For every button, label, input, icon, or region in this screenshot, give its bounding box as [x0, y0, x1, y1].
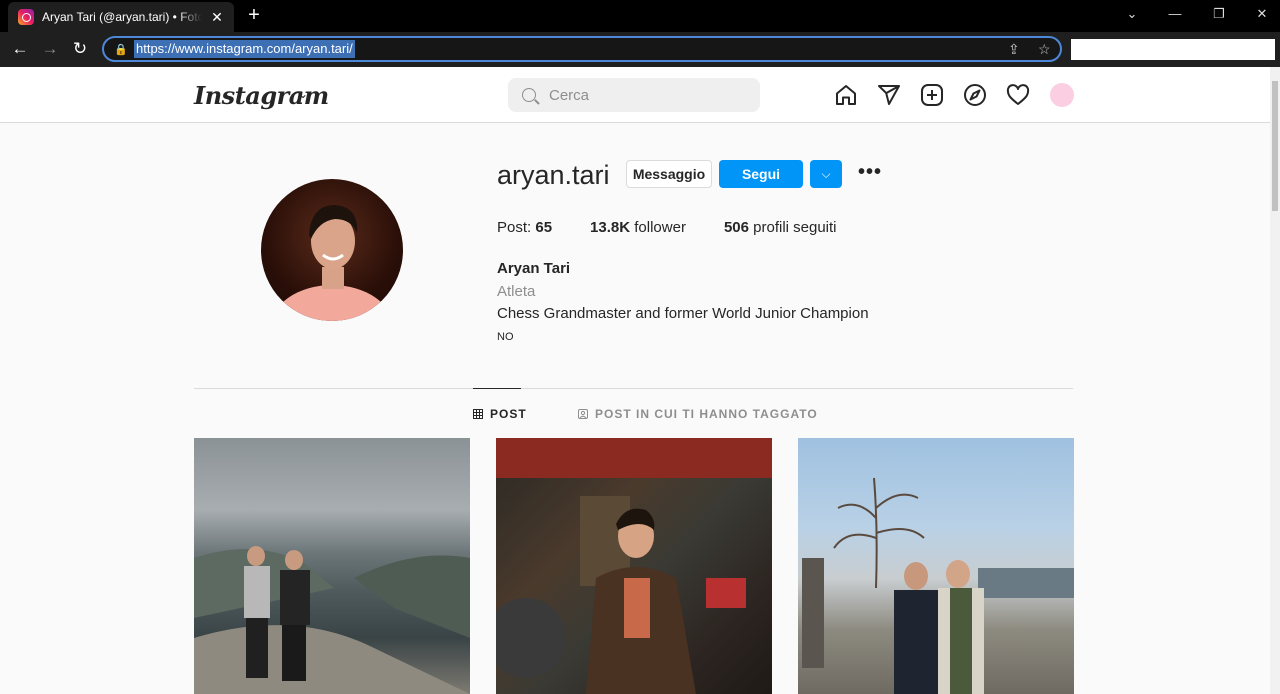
url-text[interactable]: https://www.instagram.com/aryan.tari/ — [134, 40, 355, 58]
post-thumbnail[interactable] — [194, 438, 470, 694]
new-tab-button[interactable]: + — [244, 5, 264, 25]
browser-toolbar: ← → ↻ 🔒 https://www.instagram.com/aryan.… — [0, 32, 1280, 67]
tab-search-chevron-icon[interactable]: ⌄ — [1120, 4, 1144, 24]
tab-posts-label: POST — [490, 407, 527, 421]
back-button[interactable]: ← — [8, 38, 32, 60]
tab-tagged[interactable]: POST IN CUI TI HANNO TAGGATO — [578, 407, 818, 421]
profile-photo-image — [271, 205, 393, 321]
post-thumbnail[interactable] — [496, 438, 772, 694]
active-tab-indicator — [473, 388, 521, 389]
close-window-button[interactable]: ✕ — [1250, 4, 1274, 24]
close-tab-icon[interactable]: ✕ — [208, 9, 226, 26]
reload-button[interactable]: ↻ — [68, 38, 92, 60]
bookmark-star-icon[interactable]: ☆ — [1038, 41, 1051, 58]
instagram-favicon-icon — [18, 9, 34, 25]
tabs-divider — [194, 388, 1073, 389]
following-label: profili seguiti — [753, 219, 837, 236]
tab-posts[interactable]: POST — [473, 407, 527, 421]
tab-tagged-label: POST IN CUI TI HANNO TAGGATO — [595, 407, 818, 421]
restore-button[interactable]: ❐ — [1207, 4, 1231, 24]
page-scrollbar[interactable] — [1270, 67, 1280, 694]
user-avatar[interactable] — [1050, 83, 1074, 107]
post-thumbnail[interactable] — [798, 438, 1074, 694]
posts-count: Post: 65 — [497, 219, 552, 236]
posts-value: 65 — [535, 219, 553, 236]
grid-icon — [473, 409, 483, 419]
profile-category: Atleta — [497, 283, 536, 300]
extension-search-box[interactable] — [1071, 39, 1275, 60]
profile-username: aryan.tari — [497, 160, 610, 190]
new-post-icon[interactable] — [920, 83, 944, 107]
search-icon — [522, 88, 536, 102]
lock-icon: 🔒 — [114, 43, 128, 56]
profile-picture[interactable] — [261, 179, 403, 321]
tagged-person-icon — [578, 409, 588, 419]
search-placeholder: Cerca — [549, 86, 590, 104]
followers-label: follower — [634, 219, 686, 236]
minimize-button[interactable]: — — [1163, 4, 1187, 24]
following-value: 506 — [723, 219, 749, 236]
tab-title: Aryan Tari (@aryan.tari) • Foto e video … — [42, 10, 202, 24]
address-bar[interactable]: 🔒 https://www.instagram.com/aryan.tari/ … — [102, 36, 1062, 62]
browser-tab[interactable]: Aryan Tari (@aryan.tari) • Foto e video … — [8, 2, 234, 32]
search-input[interactable]: Cerca — [508, 78, 760, 112]
share-icon[interactable]: ⇪ — [1008, 41, 1020, 58]
suggested-accounts-chevron-icon[interactable]: ⌵ — [810, 160, 842, 188]
follow-button[interactable]: Segui — [719, 160, 803, 188]
home-icon[interactable] — [834, 83, 858, 107]
browser-tab-bar: Aryan Tari (@aryan.tari) • Foto e video … — [0, 0, 1280, 32]
posts-label: Post: — [497, 219, 532, 236]
direct-message-icon[interactable] — [877, 83, 901, 107]
activity-heart-icon[interactable] — [1006, 83, 1030, 107]
scrollbar-thumb[interactable] — [1272, 81, 1278, 211]
profile-stats: Post: 65 13.8K follower 506 profili segu… — [497, 219, 875, 236]
profile-full-name: Aryan Tari — [497, 260, 571, 277]
post-image-restaurant — [496, 438, 772, 694]
followers-count[interactable]: 13.8K follower — [590, 219, 686, 236]
following-count[interactable]: 506 profili seguiti — [724, 219, 837, 236]
forward-button[interactable]: → — [38, 38, 62, 60]
post-image-fjord — [194, 546, 470, 694]
more-options-icon[interactable]: ••• — [858, 160, 882, 188]
instagram-header: Instagram ⌄ Cerca — [0, 67, 1270, 123]
post-image-two-men-park — [802, 477, 1074, 694]
instagram-logo[interactable]: Instagram — [194, 81, 329, 110]
message-button[interactable]: Messaggio — [626, 160, 712, 188]
followers-value: 13.8K — [590, 219, 631, 236]
profile-bio-line2: NO — [497, 331, 514, 343]
explore-compass-icon[interactable] — [963, 83, 987, 107]
profile-bio: Chess Grandmaster and former World Junio… — [497, 305, 869, 322]
chevron-down-icon[interactable]: ⌄ — [298, 87, 308, 101]
